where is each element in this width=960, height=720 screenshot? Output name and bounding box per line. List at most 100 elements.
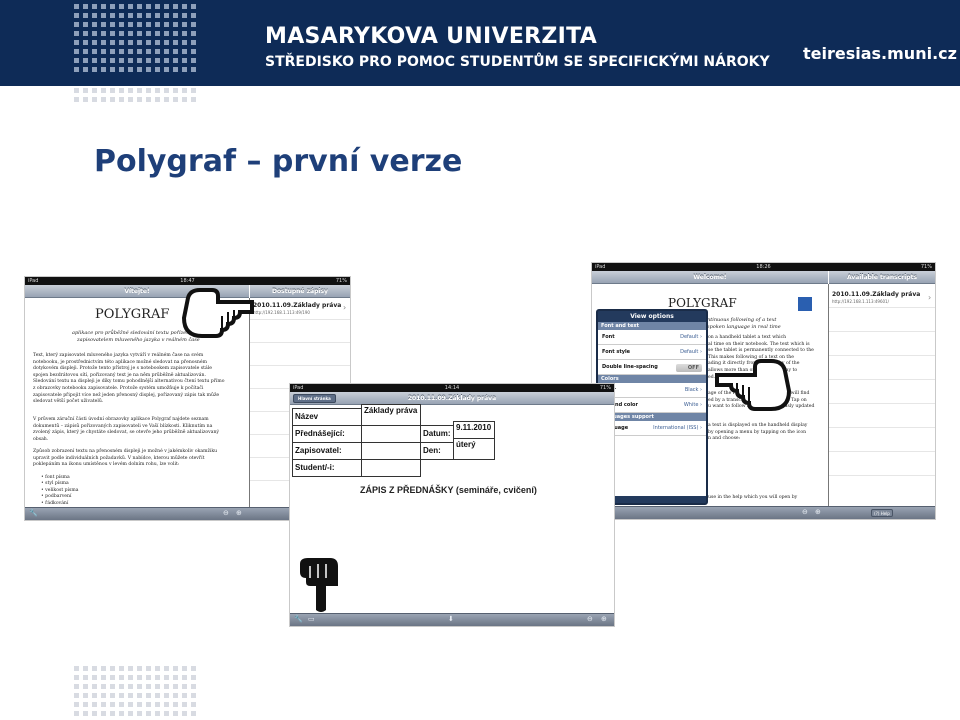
body-text-line: zapisovatele připojit více než jeden pře… [33,392,220,398]
dot [83,97,88,102]
dot [92,67,97,72]
back-button[interactable]: Hlavní stránka [293,394,336,403]
student-label: Student/-i: [292,459,362,477]
dot [146,97,151,102]
dot [182,684,187,689]
hand-pointer-icon [715,359,791,411]
list-separator [250,365,350,366]
status-bar: iPad 18:47 71% [25,277,350,285]
dot [146,711,151,716]
font-style-row[interactable]: Font style Default › [598,345,706,360]
dot [74,58,79,63]
dot [173,67,178,72]
dot [101,31,106,36]
dot [137,702,142,707]
dot [173,31,178,36]
dot [119,693,124,698]
dot [173,666,178,671]
popover-title: View options [630,313,674,320]
dot [128,684,133,689]
transcript-item-title[interactable]: 2010.11.09.Základy práva [832,291,920,298]
dot [101,22,106,27]
website-link[interactable]: teiresias.muni.cz [803,44,957,63]
dot [119,58,124,63]
font-row[interactable]: Font Default › [598,330,706,345]
double-spacing-row: Double line-spacing OFF [598,360,706,375]
body-text-line: by opening a menu by tapping on the icon [708,429,807,435]
dot [110,666,115,671]
list-separator [829,355,935,356]
dot [74,702,79,707]
background-color-value: White › [683,402,702,408]
body-text-line: dokumentů – zápisů pořizovaných zapisova… [33,423,213,429]
dot [110,22,115,27]
chat-icon[interactable]: ▭ [308,615,315,624]
dot [101,40,106,45]
dot [137,675,142,680]
download-icon[interactable]: ⬇ [448,615,454,624]
dot [110,49,115,54]
dot [110,4,115,9]
subject-label: Název předmětu: [292,408,362,435]
dot [83,88,88,93]
dot [101,97,106,102]
double-spacing-toggle[interactable]: OFF [676,364,702,372]
dot [119,675,124,680]
dot [173,675,178,680]
transcript-item-title[interactable]: 2010.11.09.Základy práva [253,302,341,309]
dot [128,693,133,698]
dot [110,675,115,680]
dot [92,13,97,18]
body-text-line: obsah. [33,436,49,442]
dot [137,58,142,63]
dot [173,13,178,18]
dot [164,97,169,102]
zoom-in-icon[interactable]: ⊕ [236,509,242,518]
zoom-in-icon[interactable]: ⊕ [601,615,607,624]
zoom-in-icon[interactable]: ⊕ [815,508,821,517]
dot [182,4,187,9]
bottom-toolbar: 🔧 ▭ ⬇ ⊖ ⊕ [290,613,614,626]
chevron-right-icon: › [928,293,932,302]
dot [164,675,169,680]
dot [119,702,124,707]
dot [119,49,124,54]
dot [173,58,178,63]
dot [74,49,79,54]
dot [83,13,88,18]
dot [83,702,88,707]
body-text-line: upravit podle individuálních požadavků. … [33,455,205,461]
hand-pointer-icon [300,558,338,612]
dot [101,4,106,9]
double-spacing-label: Double line-spacing [602,364,658,370]
zoom-out-icon[interactable]: ⊖ [587,615,593,624]
body-text-line: se the tablet is permanently connected t… [708,348,814,354]
lecturer-value [361,425,421,443]
language-value: International (ISS) › [653,425,702,431]
dot [182,67,187,72]
dot [92,40,97,45]
dot [155,711,160,716]
dot [146,684,151,689]
dot [83,711,88,716]
dot [119,97,124,102]
zoom-out-icon[interactable]: ⊖ [802,508,808,517]
dot [191,675,196,680]
dot [110,684,115,689]
dot [173,684,178,689]
dot [137,97,142,102]
doc-subtitle-1: ntinuous following of a text [707,317,777,323]
wrench-icon[interactable]: 🔧 [294,615,303,624]
student-value [361,459,421,477]
dot [182,31,187,36]
wrench-icon[interactable]: 🔧 [29,509,38,518]
dot [101,693,106,698]
dot [74,88,79,93]
scribe-label: Zapisovatel: [292,442,362,460]
dot [110,97,115,102]
help-button[interactable]: (?) Help [871,509,893,517]
dot [164,13,169,18]
dot [164,684,169,689]
dot [173,88,178,93]
zoom-out-icon[interactable]: ⊖ [223,509,229,518]
